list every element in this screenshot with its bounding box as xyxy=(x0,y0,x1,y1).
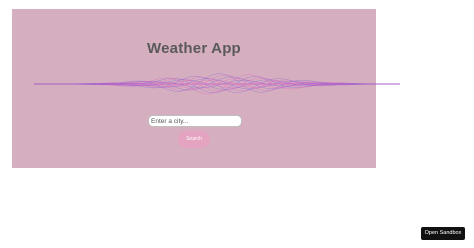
sound-wave-graphic xyxy=(33,73,401,95)
app-title: Weather App xyxy=(147,40,241,57)
search-button[interactable]: Search xyxy=(178,131,210,148)
city-search-input[interactable] xyxy=(148,115,242,127)
page: Weather App Search Open Sandbox xyxy=(0,0,474,248)
open-sandbox-button[interactable]: Open Sandbox xyxy=(421,227,465,240)
